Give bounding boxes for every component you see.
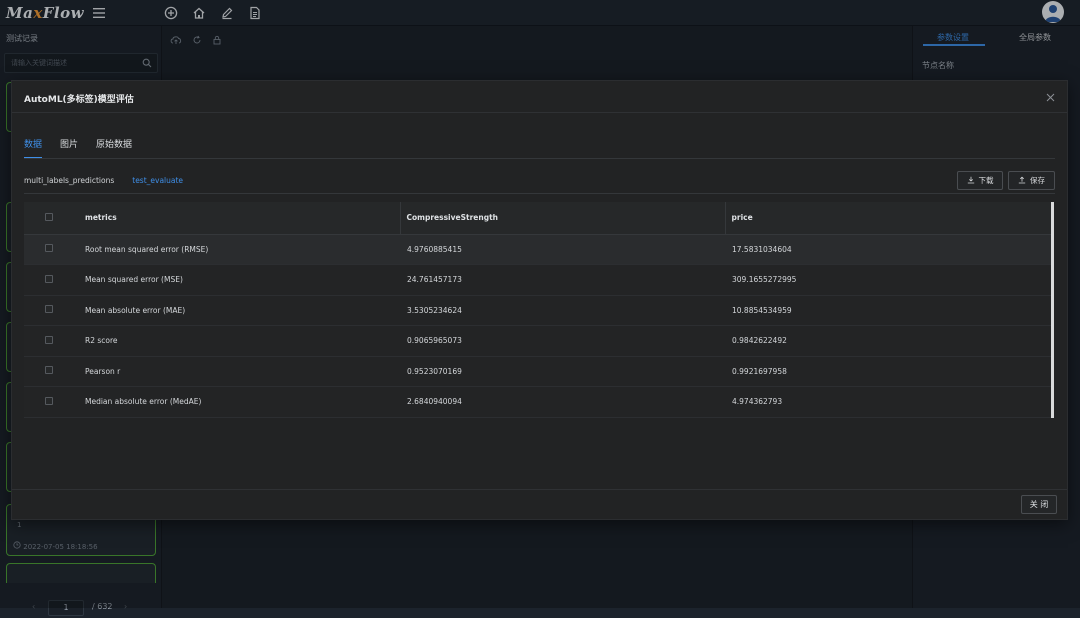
row-checkbox[interactable] <box>45 305 53 314</box>
column-header-metrics: metrics <box>74 202 400 235</box>
main-tabs: 数据 图片 原始数据 <box>24 137 150 159</box>
sub-tabs: multi_labels_predictions test_evaluate <box>24 176 201 194</box>
table-header-row: metrics CompressiveStrength price <box>24 202 1051 235</box>
select-all-cell <box>24 202 74 235</box>
subtab-multi-labels-predictions[interactable]: multi_labels_predictions <box>24 176 114 194</box>
download-label: 下载 <box>978 176 994 185</box>
table-row: Mean absolute error (MAE) 3.5305234624 1… <box>24 295 1051 326</box>
metric-name: Mean absolute error (MAE) <box>74 295 400 326</box>
price-value: 17.5831034604 <box>725 234 1051 265</box>
modal-title: AutoML(多标签)模型评估 <box>24 95 134 105</box>
tab-images[interactable]: 图片 <box>60 137 78 159</box>
row-checkbox[interactable] <box>45 335 53 344</box>
download-icon <box>967 176 975 186</box>
compressive-strength-value: 3.5305234624 <box>400 295 725 326</box>
column-header-compressive-strength: CompressiveStrength <box>399 202 725 235</box>
select-all-checkbox[interactable] <box>45 212 53 221</box>
metric-name: Root mean squared error (RMSE) <box>74 234 400 265</box>
table-row: Pearson r 0.9523070169 0.9921697958 <box>24 356 1051 387</box>
table-row: Mean squared error (MSE) 24.761457173 30… <box>24 264 1051 296</box>
subtabs-divider <box>24 193 1055 194</box>
metrics-table: metrics CompressiveStrength price Root m… <box>24 202 1051 418</box>
price-value: 10.8854534959 <box>725 295 1051 326</box>
metric-name: Pearson r <box>74 356 400 387</box>
modal-footer: 关 闭 <box>12 489 1067 519</box>
modal-header: AutoML(多标签)模型评估 <box>12 81 1067 113</box>
compressive-strength-value: 24.761457173 <box>400 264 725 296</box>
table-row: Median absolute error (MedAE) 2.68409400… <box>24 386 1051 418</box>
save-label: 保存 <box>1030 176 1045 185</box>
compressive-strength-value: 0.9523070169 <box>400 356 725 387</box>
tabs-divider <box>24 158 1055 159</box>
tab-data[interactable]: 数据 <box>24 137 43 159</box>
price-value: 0.9921697958 <box>725 356 1051 387</box>
tab-raw-data[interactable]: 原始数据 <box>96 137 132 159</box>
table-row: Root mean squared error (RMSE) 4.9760885… <box>24 234 1051 265</box>
price-value: 309.1655272995 <box>725 264 1051 296</box>
row-checkbox[interactable] <box>45 366 53 375</box>
row-checkbox[interactable] <box>45 396 53 405</box>
metrics-table-container: metrics CompressiveStrength price Root m… <box>24 202 1054 418</box>
compressive-strength-value: 0.9065965073 <box>400 325 725 357</box>
row-checkbox[interactable] <box>45 244 53 253</box>
subtab-test-evaluate[interactable]: test_evaluate <box>132 176 183 194</box>
price-value: 0.9842622492 <box>725 325 1051 357</box>
download-button[interactable]: 下载 <box>957 171 1003 190</box>
compressive-strength-value: 2.6840940094 <box>400 386 725 418</box>
compressive-strength-value: 4.9760885415 <box>400 234 725 265</box>
metric-name: Mean squared error (MSE) <box>74 264 400 296</box>
upload-icon <box>1018 176 1026 186</box>
metric-name: R2 score <box>74 325 400 357</box>
table-row: R2 score 0.9065965073 0.9842622492 <box>24 325 1051 357</box>
close-icon[interactable] <box>1043 90 1057 104</box>
close-button[interactable]: 关 闭 <box>1021 495 1057 514</box>
evaluation-modal: AutoML(多标签)模型评估 数据 图片 原始数据 multi_labels_… <box>11 80 1068 520</box>
column-header-price: price <box>724 202 1051 235</box>
save-button[interactable]: 保存 <box>1008 171 1055 190</box>
metric-name: Median absolute error (MedAE) <box>74 386 400 418</box>
row-checkbox[interactable] <box>45 274 53 283</box>
price-value: 4.974362793 <box>725 386 1051 418</box>
